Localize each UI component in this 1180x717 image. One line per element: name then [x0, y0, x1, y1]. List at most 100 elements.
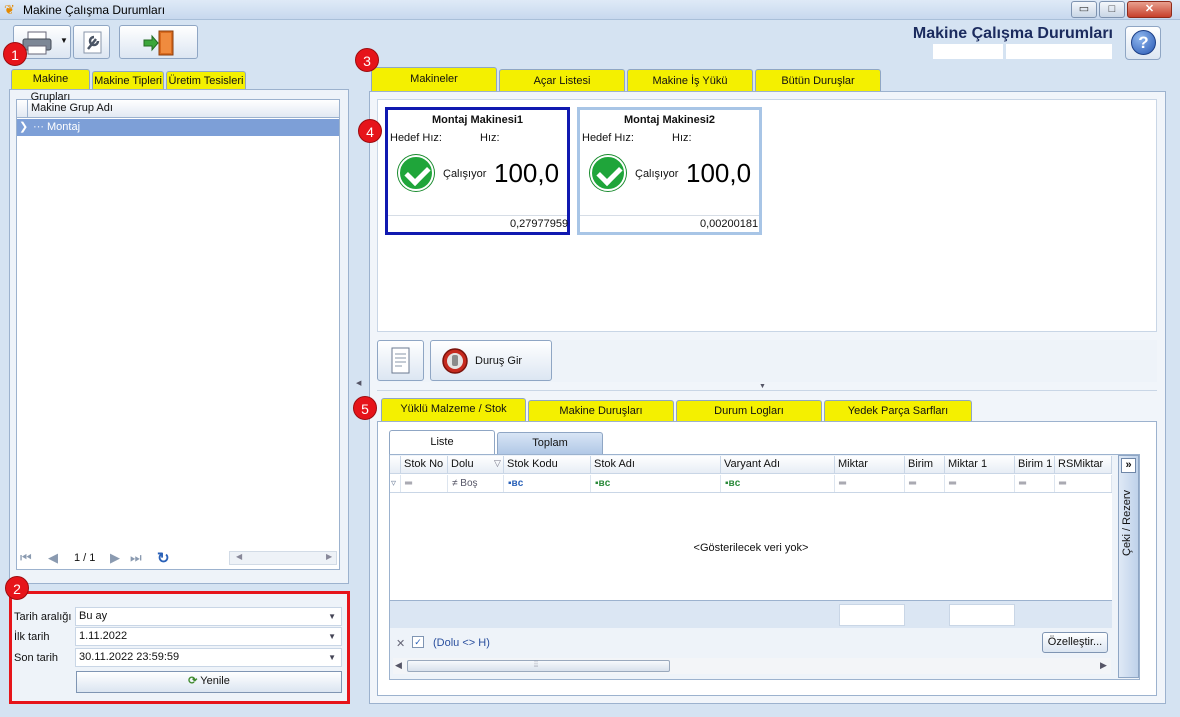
document-button[interactable] [377, 340, 424, 381]
scroll-left-icon[interactable]: ◀ [395, 660, 402, 671]
horizontal-splitter[interactable]: ▼ [377, 383, 1157, 391]
start-date-field[interactable]: 1.11.2022 ▼ [75, 627, 342, 646]
end-label: Son tarih [14, 652, 59, 664]
tab-acar-listesi[interactable]: Açar Listesi [499, 69, 625, 91]
filter-equals-icon[interactable]: ═ [1015, 475, 1055, 492]
column-header-stok-kodu[interactable]: Stok Kodu [504, 456, 591, 473]
date-range-value: Bu ay [79, 610, 108, 622]
machine-name: Montaj Makinesi2 [623, 114, 716, 126]
last-page-icon[interactable]: ⏭ [130, 550, 142, 566]
filter-text-icon[interactable]: ▪ʙᴄ [721, 475, 835, 492]
settings-button[interactable] [73, 25, 110, 59]
machine-card-2[interactable]: Montaj Makinesi2 Hedef Hız: Hız: Çalışıy… [577, 107, 762, 235]
marker-5: 5 [353, 396, 377, 420]
column-header-varyant-adi[interactable]: Varyant Adı [721, 456, 835, 473]
machine-card-1[interactable]: Montaj Makinesi1 Hedef Hız: Hız: Çalışıy… [385, 107, 570, 235]
tab-durum-loglari[interactable]: Durum Logları [676, 400, 822, 421]
column-header-rsmiktar[interactable]: RSMiktar [1055, 456, 1112, 473]
filter-text-icon[interactable]: ▪ʙᴄ [591, 475, 721, 492]
refresh-arrow-icon[interactable]: ↻ [157, 549, 170, 567]
title-bar: ❦ Makine Çalışma Durumları ▭ □ ✕ [0, 0, 1180, 20]
column-header-miktar[interactable]: Miktar [835, 456, 905, 473]
page-indicator: 1 / 1 [74, 552, 96, 564]
prev-page-icon[interactable]: ◀ [48, 550, 58, 566]
speed-label: Hız: [672, 132, 692, 144]
tab-liste[interactable]: Liste [389, 430, 495, 454]
filter-bar: ✕ ✓ (Dolu <> H) Özelleştir... [390, 629, 1112, 657]
refresh-icon: ⟳ [188, 675, 198, 687]
date-range-select[interactable]: Bu ay ▼ [75, 607, 342, 626]
filter-equals-icon[interactable]: ═ [401, 475, 448, 492]
date-filter-panel: Tarih aralığı Bu ay ▼ İlk tarih 1.11.202… [9, 591, 350, 704]
next-page-icon[interactable]: ▶ [110, 550, 120, 566]
tab-butun-duruslar[interactable]: Bütün Duruşlar [755, 69, 881, 91]
check-icon [590, 155, 626, 191]
customize-button[interactable]: Özelleştir... [1042, 632, 1108, 653]
help-icon: ? [1131, 30, 1156, 55]
clear-filter-icon[interactable]: ✕ [396, 637, 405, 650]
filter-row: ▿ ═ ≠ Boş ▪ʙᴄ ▪ʙᴄ ▪ʙᴄ ═ ═ ═ ═ ═ [390, 475, 1112, 493]
start-date-value: 1.11.2022 [79, 630, 128, 642]
minimize-button[interactable]: ▭ [1071, 1, 1097, 18]
filter-expression[interactable]: (Dolu <> H) [433, 637, 490, 649]
card-footer-value: 0,27977959 [510, 218, 569, 230]
stop-entry-label: Duruş Gir [475, 355, 523, 367]
tab-makineler[interactable]: Makineler [371, 67, 497, 91]
tab-uretim-tesisleri[interactable]: Üretim Tesisleri [166, 71, 246, 89]
butterfly-icon: ❦ [4, 2, 15, 17]
filter-equals-icon[interactable]: ═ [905, 475, 945, 492]
tab-yedek-parca[interactable]: Yedek Parça Sarfları [824, 400, 972, 421]
end-date-field[interactable]: 30.11.2022 23:59:59 ▼ [75, 648, 342, 667]
dropdown-arrow-icon: ▼ [60, 36, 68, 45]
tab-makine-gruplari[interactable]: Makine Grupları [11, 69, 90, 103]
chevron-down-icon: ▼ [328, 653, 336, 662]
chevron-down-icon: ▼ [328, 612, 336, 621]
filter-enabled-checkbox[interactable]: ✓ [412, 636, 424, 648]
column-header-birim-1[interactable]: Birim 1 [1015, 456, 1055, 473]
column-header-stok-no[interactable]: Stok No [401, 456, 448, 473]
filter-text-icon[interactable]: ▪ʙᴄ [504, 475, 591, 492]
tab-makine-duruslari[interactable]: Makine Duruşları [528, 400, 674, 421]
column-header-stok-adi[interactable]: Stok Adı [591, 456, 721, 473]
check-icon [398, 155, 434, 191]
scroll-thumb[interactable]: ⦙⦙ [407, 659, 670, 672]
machine-name: Montaj Makinesi1 [431, 114, 524, 126]
refresh-button[interactable]: ⟳ Yenile [76, 671, 342, 693]
chevron-down-icon: ▼ [328, 632, 336, 641]
tab-makine-is-yuku[interactable]: Makine İş Yükü [627, 69, 753, 91]
exit-button[interactable] [119, 25, 198, 59]
document-icon [391, 347, 410, 374]
grid-hscrollbar[interactable]: ◀ ⦙⦙ ▶ [393, 658, 1111, 674]
row-indicator-icon: ❯ [19, 121, 29, 133]
table-row[interactable]: ❯ ⋯ Montaj [17, 119, 339, 136]
filter-equals-icon[interactable]: ═ [945, 475, 1015, 492]
reserve-side-panel[interactable]: » Çeki / Rezerv [1118, 455, 1139, 678]
maximize-button[interactable]: □ [1099, 1, 1125, 18]
filter-equals-icon[interactable]: ═ [1055, 475, 1112, 492]
filter-dolu-cell[interactable]: ≠ Boş [448, 475, 504, 492]
tab-toplam[interactable]: Toplam [497, 432, 603, 454]
filter-equals-icon[interactable]: ═ [835, 475, 905, 492]
card-footer-value: 0,00200181 [700, 218, 759, 230]
end-date-value: 30.11.2022 23:59:59 [79, 651, 180, 663]
marker-2: 2 [5, 576, 29, 600]
side-panel-label: Çeki / Rezerv [1121, 489, 1133, 556]
first-page-icon[interactable]: ⏮ [20, 550, 32, 566]
target-speed-label: Hedef Hız: [582, 132, 634, 144]
grid-summary-row [390, 600, 1112, 628]
stock-grid: Stok No Dolu ▽ Stok Kodu Stok Adı Varyan… [390, 456, 1112, 600]
speed-value: 100,0 [494, 158, 560, 188]
tab-makine-tipleri[interactable]: Makine Tipleri [92, 71, 164, 89]
page-title: Makine Çalışma Durumları [912, 25, 1113, 42]
filter-funnel-icon[interactable]: ▽ [494, 458, 501, 469]
grid-hscroll[interactable]: ◀ ▶ [229, 551, 337, 565]
close-button[interactable]: ✕ [1127, 1, 1172, 18]
help-button[interactable]: ? [1125, 26, 1161, 60]
stop-entry-button[interactable]: Duruş Gir [430, 340, 552, 381]
tab-yuklu-malzeme[interactable]: Yüklü Malzeme / Stok [381, 398, 526, 421]
summary-cell-miktar-1 [949, 604, 1015, 626]
column-header-birim[interactable]: Birim [905, 456, 945, 473]
scroll-right-icon[interactable]: ▶ [1100, 660, 1107, 671]
expand-panel-button[interactable]: » [1121, 458, 1136, 473]
column-header-miktar-1[interactable]: Miktar 1 [945, 456, 1015, 473]
